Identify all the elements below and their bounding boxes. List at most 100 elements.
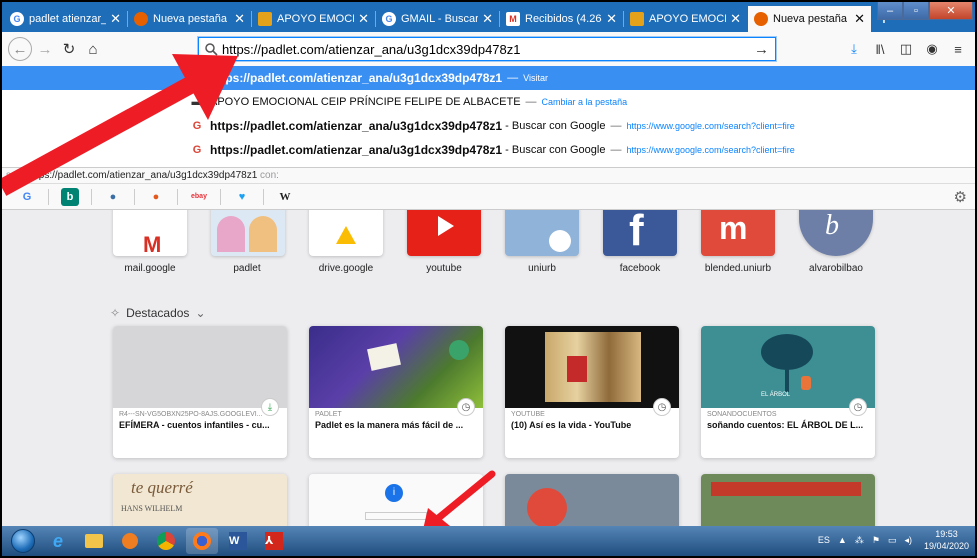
forward-button[interactable]: → [34, 38, 56, 60]
google-icon: G [192, 120, 202, 132]
top-site-padlet[interactable] [211, 210, 285, 256]
highlights-header[interactable]: ✧ Destacados ⌄ [110, 306, 206, 320]
top-site-label: drive.google [318, 263, 374, 274]
media-player-icon[interactable] [114, 528, 146, 554]
top-site-mail-google[interactable]: M [113, 210, 187, 256]
top-site-uniurb[interactable] [505, 210, 579, 256]
minimize-button[interactable]: – [877, 2, 903, 20]
folder-icon[interactable] [78, 528, 110, 554]
tab-recibidos[interactable]: M Recibidos (4.268) ✕ [500, 6, 624, 32]
top-site-label: mail.google [124, 263, 176, 274]
suggestion-switch-tab[interactable]: ▬ APOYO EMOCIONAL CEIP PRÍNCIPE FELIPE D… [2, 90, 975, 114]
back-button[interactable]: ← [8, 37, 32, 61]
highlight-card[interactable]: ◷ PADLET Padlet es la manera más fácil d… [309, 326, 483, 458]
navigation-bar: ← → ↻ ⌂ → ⤓ ‖\ ◫ ◉ ≡ [2, 32, 975, 66]
highlight-card[interactable]: EL ÁRBOL ◷ SONANDOCUENTOS soñando cuento… [701, 326, 875, 458]
search-icon [205, 42, 218, 56]
top-site-drive-google[interactable] [309, 210, 383, 256]
highlight-card[interactable]: ⤓ R4---SN-VG5OBXN25PO-8AJS.GOOGLEVI... E… [113, 326, 287, 458]
highlight-card[interactable] [505, 474, 679, 530]
highlight-card[interactable]: te querré HANS WILHELM [113, 474, 287, 530]
close-icon[interactable]: ✕ [110, 11, 121, 27]
tab-apoyo-emocional-2[interactable]: APOYO EMOCION ✕ [624, 6, 747, 32]
network-icon[interactable]: ⁂ [855, 535, 864, 546]
top-site-label: padlet [233, 263, 261, 274]
chevron-down-icon: ⌄ [195, 306, 206, 320]
close-icon[interactable]: ✕ [358, 11, 369, 27]
firefox-icon[interactable] [186, 528, 218, 554]
new-tab-content: M mail.google padlet drive.google youtub… [2, 210, 975, 530]
close-icon[interactable]: ✕ [234, 11, 245, 27]
top-site-alvarobilbao[interactable]: b [799, 210, 873, 256]
top-site-label: blended.uniurb [704, 263, 772, 274]
tab-label: APOYO EMOCION [649, 13, 726, 25]
tab-new-tab[interactable]: Nueva pestaña ✕ [128, 6, 252, 32]
suggestion-visit[interactable]: https://padlet.com/atienzar_ana/u3g1dcx3… [2, 66, 975, 90]
home-button[interactable]: ⌂ [82, 38, 104, 60]
volume-icon[interactable]: ◂) [904, 535, 912, 546]
download-icon: ⤓ [261, 398, 279, 416]
browser-window: G padlet atienzar_an ✕ Nueva pestaña ✕ A… [0, 0, 977, 558]
highlight-card[interactable] [701, 474, 875, 530]
top-site-youtube[interactable] [407, 210, 481, 256]
wikipedia-icon[interactable]: W [276, 188, 294, 206]
highlight-card[interactable]: ◷ YOUTUBE (10) Así es la vida - YouTube [505, 326, 679, 458]
address-bar[interactable]: → [198, 37, 776, 61]
url-input[interactable] [222, 41, 754, 57]
download-icon[interactable]: ⤓ [841, 38, 867, 60]
library-icon[interactable]: ‖\ [867, 38, 893, 60]
menu-icon[interactable]: ≡ [945, 38, 971, 60]
close-icon[interactable]: ✕ [730, 11, 741, 27]
gear-icon[interactable]: ⚙ [954, 188, 967, 206]
account-icon[interactable]: ◉ [919, 38, 945, 60]
suggestion-action: Visitar [523, 73, 548, 83]
duckduckgo-icon[interactable]: ● [104, 188, 122, 206]
chrome-icon[interactable] [150, 528, 182, 554]
tab-new-tab-active[interactable]: Nueva pestaña ✕ [748, 6, 871, 32]
close-icon[interactable]: ✕ [854, 11, 865, 27]
close-icon[interactable]: ✕ [482, 11, 493, 27]
google-icon: G [382, 12, 396, 26]
ebay-icon[interactable]: ebay [190, 188, 208, 206]
chevron-up-icon[interactable]: ▲ [838, 535, 847, 545]
suggestion-search-google-2[interactable]: G https://padlet.com/atienzar_ana/u3g1dc… [2, 138, 975, 162]
tree-caption: EL ÁRBOL [761, 392, 791, 398]
orange-search-icon[interactable]: ● [147, 188, 165, 206]
twitter-icon[interactable]: ♥ [233, 188, 251, 206]
maximize-button[interactable]: ▫ [903, 2, 929, 20]
ie-icon[interactable]: e [42, 528, 74, 554]
top-site-blended-uniurb[interactable]: m [701, 210, 775, 256]
url-suggestions-dropdown: https://padlet.com/atienzar_ana/u3g1dcx3… [2, 66, 975, 168]
go-arrow-icon[interactable]: → [754, 41, 769, 58]
suggestion-action: Cambiar a la pestaña [541, 97, 628, 107]
google-icon[interactable]: G [18, 188, 36, 206]
tab-label: GMAIL - Buscar co [401, 13, 479, 25]
top-site-facebook[interactable]: f [603, 210, 677, 256]
display-icon[interactable]: ▭ [888, 535, 897, 546]
flag-icon[interactable]: ⚑ [872, 535, 880, 546]
bing-icon[interactable]: b [61, 187, 79, 206]
word-icon[interactable]: W [222, 528, 254, 554]
suggestion-url: https://padlet.com/atienzar_ana/u3g1dcx3… [210, 71, 503, 85]
tab-label: padlet atienzar_an [29, 13, 106, 25]
start-button[interactable] [6, 528, 40, 554]
close-icon[interactable]: ✕ [606, 11, 617, 27]
top-site-label: alvarobilbao [809, 263, 863, 274]
highlights-label: Destacados [126, 306, 190, 320]
top-site-label: facebook [619, 263, 661, 274]
tab-apoyo-emocional[interactable]: APOYO EMOCION ✕ [252, 6, 376, 32]
tab-padlet-search[interactable]: G padlet atienzar_an ✕ [4, 6, 128, 32]
clock[interactable]: 19:53 19/04/2020 [924, 528, 969, 552]
suggestion-search-url: https://www.google.com/search?client=fir… [626, 145, 795, 155]
reload-button[interactable]: ↻ [58, 38, 80, 60]
padlet-icon [630, 12, 644, 26]
tab-gmail-search[interactable]: G GMAIL - Buscar co ✕ [376, 6, 500, 32]
clock-icon: ◷ [457, 398, 475, 416]
windows-taskbar: e W ⅄ ES ▲ ⁂ ⚑ ▭ ◂) 19:53 19/04/2020 [2, 526, 975, 556]
suggestion-search-google[interactable]: G https://padlet.com/atienzar_ana/u3g1dc… [2, 114, 975, 138]
highlight-card[interactable]: i [309, 474, 483, 530]
acrobat-icon[interactable]: ⅄ [258, 528, 290, 554]
sidebar-icon[interactable]: ◫ [893, 38, 919, 60]
window-close-button[interactable]: ✕ [929, 2, 973, 20]
language-indicator[interactable]: ES [818, 535, 830, 545]
